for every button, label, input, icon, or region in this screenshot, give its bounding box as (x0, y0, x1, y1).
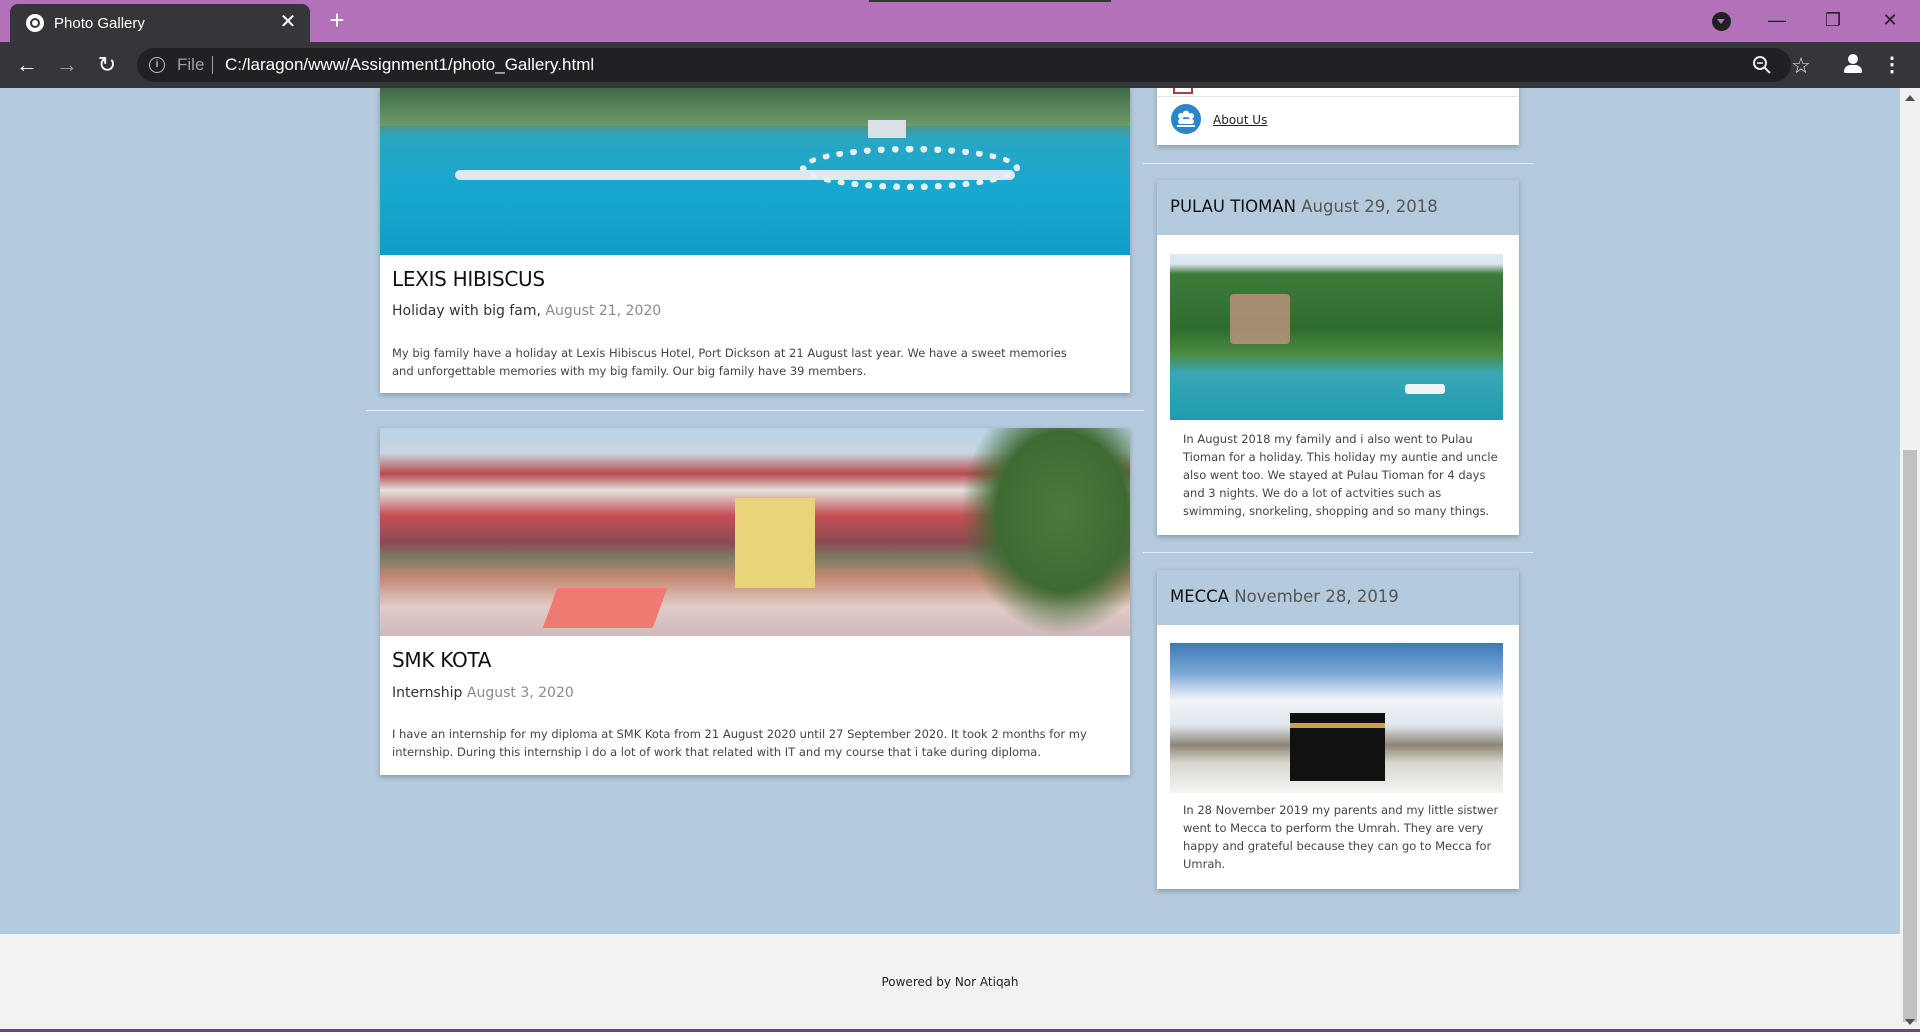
address-url[interactable]: C:/laragon/www/Assignment1/photo_Gallery… (225, 55, 594, 75)
browser-tab-strip: Photo Gallery ✕ + — ❐ ✕ (0, 0, 1920, 42)
profile-icon[interactable] (1842, 53, 1864, 75)
post-subtitle-text: Holiday with big fam, (392, 303, 541, 319)
sidebar-card-pulau-tioman: PULAU TIOMAN August 29, 2018 In August 2… (1157, 180, 1519, 535)
sidebar-card-title: MECCA November 28, 2019 (1170, 587, 1399, 606)
forward-button[interactable]: → (53, 51, 81, 79)
sidebar-card-content: In August 2018 my family and i also went… (1157, 235, 1519, 535)
info-icon[interactable]: i (149, 57, 165, 73)
place-date: November 28, 2019 (1234, 587, 1399, 606)
post-subtitle: Holiday with big fam, August 21, 2020 (392, 303, 661, 319)
post-image-lexis-hibiscus (380, 88, 1130, 255)
post-title: LEXIS HIBISCUS (392, 267, 545, 291)
scrollbar-thumb[interactable] (1903, 450, 1917, 1022)
address-separator (212, 56, 213, 74)
browser-toolbar: ← → ↻ i File C:/laragon/www/Assignment1/… (0, 42, 1920, 88)
post-divider (366, 410, 1144, 411)
zoom-icon[interactable] (1751, 55, 1773, 77)
sidebar-card-body: In 28 November 2019 my parents and my li… (1183, 803, 1499, 871)
post-subtitle-text: Internship (392, 685, 463, 701)
group-icon (1171, 104, 1201, 134)
scroll-down-arrow-icon[interactable] (1905, 1019, 1915, 1025)
post-date: August 3, 2020 (466, 685, 574, 701)
tab-strip-divider (869, 0, 1111, 2)
post-subtitle: Internship August 3, 2020 (392, 685, 574, 701)
bookmark-star-icon[interactable]: ☆ (1790, 55, 1812, 77)
post-date: August 21, 2020 (545, 303, 662, 319)
reload-button[interactable]: ↻ (93, 51, 121, 79)
sidebar-card-title: PULAU TIOMAN August 29, 2018 (1170, 197, 1438, 216)
place-name: PULAU TIOMAN (1170, 197, 1297, 216)
sidebar-divider (1143, 163, 1533, 164)
photo-pulau-tioman (1170, 254, 1503, 420)
tab-search-icon[interactable] (1712, 12, 1731, 31)
address-bar[interactable]: i File C:/laragon/www/Assignment1/photo_… (137, 48, 1811, 82)
minimize-button[interactable]: — (1757, 5, 1797, 35)
menu-item-icon (1173, 88, 1193, 94)
sidebar-card-content: In 28 November 2019 my parents and my li… (1157, 625, 1519, 889)
post-title: SMK KOTA (392, 648, 492, 672)
tab-photo-gallery[interactable]: Photo Gallery ✕ (10, 4, 310, 42)
page-footer: Powered by Nor Atiqah (0, 934, 1900, 1032)
about-us-link[interactable]: About Us (1213, 113, 1267, 127)
sidebar-card-body: In August 2018 my family and i also went… (1183, 432, 1498, 518)
sidebar-divider (1143, 552, 1533, 553)
post-body: I have an internship for my diploma at S… (392, 727, 1087, 759)
close-window-button[interactable]: ✕ (1870, 5, 1910, 35)
footer-credit: Powered by Nor Atiqah (881, 975, 1019, 989)
post-card-smk-kota: SMK KOTA Internship August 3, 2020 I hav… (380, 428, 1130, 775)
post-body: My big family have a holiday at Lexis Hi… (392, 346, 1067, 378)
menu-divider (1157, 96, 1519, 97)
vertical-scrollbar[interactable] (1900, 88, 1920, 1032)
post-image-smk-kota (380, 428, 1130, 636)
photo-mecca (1170, 643, 1503, 793)
sidebar-card-mecca: MECCA November 28, 2019 In 28 November 2… (1157, 570, 1519, 889)
sidebar-card-header: MECCA November 28, 2019 (1157, 570, 1519, 625)
back-button[interactable]: ← (13, 51, 41, 79)
address-scheme-label: File (177, 55, 205, 74)
restore-button[interactable]: ❐ (1813, 5, 1853, 35)
tab-title: Photo Gallery (54, 15, 145, 32)
page-content: LEXIS HIBISCUS Holiday with big fam, Aug… (0, 88, 1900, 1032)
globe-icon (26, 14, 44, 32)
place-name: MECCA (1170, 587, 1229, 606)
browser-menu-icon[interactable]: ⋮ (1882, 51, 1902, 79)
sidebar-menu-card: About Us (1157, 88, 1519, 145)
place-date: August 29, 2018 (1301, 197, 1438, 216)
sidebar-card-header: PULAU TIOMAN August 29, 2018 (1157, 180, 1519, 235)
post-card-lexis-hibiscus: LEXIS HIBISCUS Holiday with big fam, Aug… (380, 88, 1130, 393)
scroll-up-arrow-icon[interactable] (1905, 95, 1915, 101)
new-tab-button[interactable]: + (323, 6, 351, 34)
close-tab-icon[interactable]: ✕ (276, 10, 300, 34)
